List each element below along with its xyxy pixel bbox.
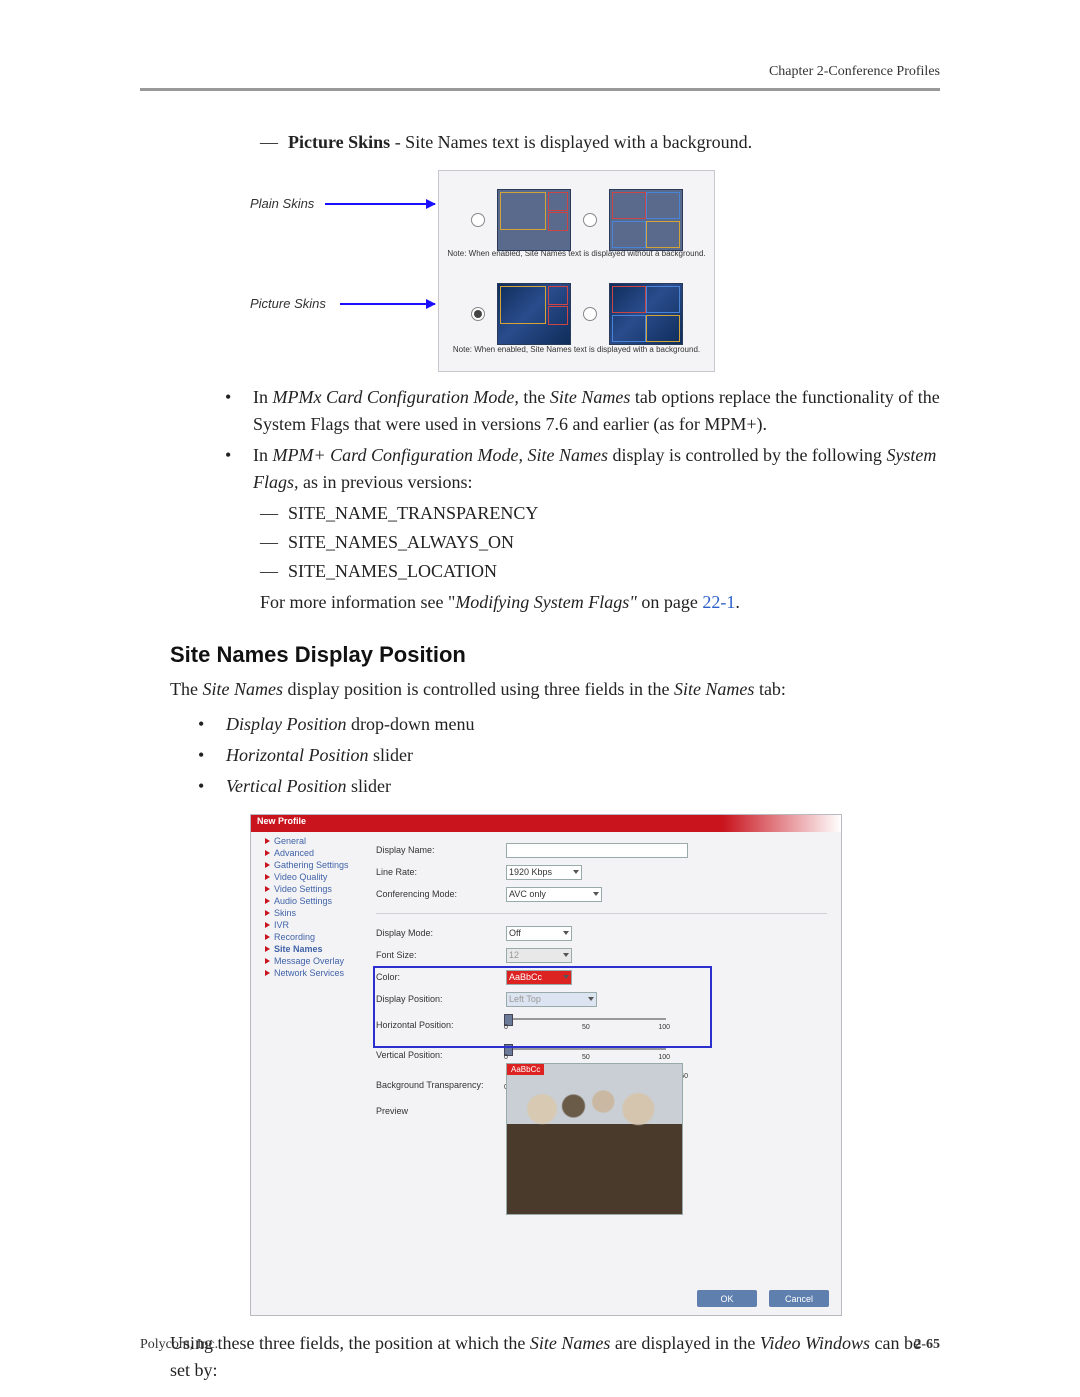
sidebar-item-skins[interactable]: Skins xyxy=(257,907,367,919)
section-heading: Site Names Display Position xyxy=(170,642,940,668)
picture-skins-intro: — Picture Skins - Site Names text is dis… xyxy=(170,129,940,156)
section-intro: The Site Names display position is contr… xyxy=(170,676,940,703)
vpos-slider[interactable]: 0 50 100 xyxy=(506,1045,666,1065)
ok-button[interactable]: OK xyxy=(697,1290,757,1307)
line-rate-label: Line Rate: xyxy=(376,867,506,877)
vpos-label: Vertical Position: xyxy=(376,1050,506,1060)
page-link[interactable]: 22-1 xyxy=(702,592,735,612)
plain-skins-label: Plain Skins xyxy=(250,196,314,211)
arrow-picture xyxy=(340,303,435,305)
more-info: For more information see "Modifying Syst… xyxy=(170,589,940,616)
picture-skins-bold: Picture Skins xyxy=(288,132,390,152)
display-name-input[interactable] xyxy=(506,843,688,858)
picture-skins-label: Picture Skins xyxy=(250,296,326,311)
skins-figure: Plain Skins Picture Skins Not xyxy=(170,170,940,370)
chevron-icon xyxy=(265,838,270,844)
item-horizontal: •Horizontal Position slider xyxy=(170,742,940,769)
header-rule xyxy=(140,88,940,91)
chevron-down-icon xyxy=(573,870,579,874)
sidebar-item-video-quality[interactable]: Video Quality xyxy=(257,871,367,883)
disp-pos-select[interactable]: Left Top xyxy=(506,992,597,1007)
dialog-sidebar: General Advanced Gathering Settings Vide… xyxy=(257,835,367,979)
footer-page: 2-65 xyxy=(914,1337,940,1353)
picture-skins-text: - Site Names text is displayed with a ba… xyxy=(390,132,752,152)
bgtrans-label: Background Transparency: xyxy=(376,1080,506,1090)
plain-tile-1 xyxy=(497,189,571,251)
color-label: Color: xyxy=(376,972,506,982)
cancel-button[interactable]: Cancel xyxy=(769,1290,829,1307)
arrow-plain xyxy=(325,203,435,205)
radio-picture-2[interactable] xyxy=(583,307,597,321)
preview-image: AaBbCc xyxy=(506,1063,683,1215)
sidebar-item-advanced[interactable]: Advanced xyxy=(257,847,367,859)
sidebar-item-video-settings[interactable]: Video Settings xyxy=(257,883,367,895)
pic-tile-2 xyxy=(609,283,683,345)
hpos-slider[interactable]: 0 50 100 xyxy=(506,1015,666,1035)
page-content: — Picture Skins - Site Names text is dis… xyxy=(170,125,940,1392)
sidebar-item-ivr[interactable]: IVR xyxy=(257,919,367,931)
color-select[interactable]: AaBbCc xyxy=(506,970,572,985)
people-photo xyxy=(507,1064,682,1214)
font-size-label: Font Size: xyxy=(376,950,506,960)
flag-1: —SITE_NAME_TRANSPARENCY xyxy=(170,500,940,527)
sidebar-item-recording[interactable]: Recording xyxy=(257,931,367,943)
sidebar-item-general[interactable]: General xyxy=(257,835,367,847)
item-display-position: •Display Position drop-down menu xyxy=(170,711,940,738)
radio-plain-2[interactable] xyxy=(583,213,597,227)
footer-company: Polycom, Inc. xyxy=(140,1337,218,1353)
pic-tile-1 xyxy=(497,283,571,345)
sidebar-item-message-overlay[interactable]: Message Overlay xyxy=(257,955,367,967)
flag-3: —SITE_NAMES_LOCATION xyxy=(170,558,940,585)
dialog-title: New Profile xyxy=(251,815,841,832)
disp-mode-select[interactable]: Off xyxy=(506,926,572,941)
radio-plain[interactable] xyxy=(471,213,485,227)
radio-picture[interactable] xyxy=(471,307,485,321)
page-header: Chapter 2-Conference Profiles xyxy=(769,64,940,80)
sidebar-item-site-names[interactable]: Site Names xyxy=(257,943,367,955)
preview-tag: AaBbCc xyxy=(507,1064,544,1075)
bullet-mpmplus: • In MPM+ Card Configuration Mode, Site … xyxy=(170,442,940,496)
note-picture: Note: When enabled, Site Names text is d… xyxy=(439,345,714,354)
display-name-label: Display Name: xyxy=(376,845,506,855)
disp-mode-label: Display Mode: xyxy=(376,928,506,938)
dash: — xyxy=(260,129,288,156)
font-size-select[interactable]: 12 xyxy=(506,948,572,963)
plain-tile-2 xyxy=(609,189,683,251)
sidebar-item-network-services[interactable]: Network Services xyxy=(257,967,367,979)
hpos-label: Horizontal Position: xyxy=(376,1020,506,1030)
button-bar: OK Cancel xyxy=(697,1290,829,1307)
closing-para: Using these three fields, the position a… xyxy=(170,1330,940,1384)
sidebar-item-gathering[interactable]: Gathering Settings xyxy=(257,859,367,871)
skins-box: Note: When enabled, Site Names text is d… xyxy=(438,170,715,372)
disp-pos-label: Display Position: xyxy=(376,994,506,1004)
note-plain: Note: When enabled, Site Names text is d… xyxy=(439,249,714,258)
bullet-mpmx: • In MPMx Card Configuration Mode, the S… xyxy=(170,384,940,438)
line-rate-select[interactable]: 1920 Kbps xyxy=(506,865,582,880)
conf-mode-select[interactable]: AVC only xyxy=(506,887,602,902)
new-profile-dialog: New Profile General Advanced Gathering S… xyxy=(250,814,842,1316)
preview-label: Preview xyxy=(376,1106,506,1116)
item-vertical: •Vertical Position slider xyxy=(170,773,940,800)
flag-2: —SITE_NAMES_ALWAYS_ON xyxy=(170,529,940,556)
sidebar-item-audio-settings[interactable]: Audio Settings xyxy=(257,895,367,907)
conf-mode-label: Conferencing Mode: xyxy=(376,889,506,899)
